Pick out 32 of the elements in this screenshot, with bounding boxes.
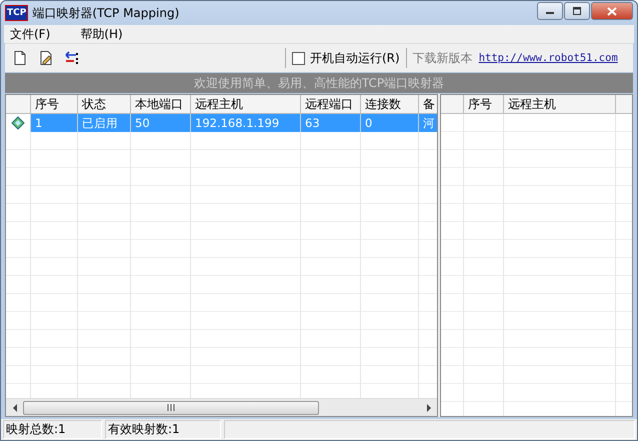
document-icon (12, 50, 28, 66)
right-arrow-icon (426, 404, 432, 412)
checkbox[interactable] (292, 52, 305, 64)
column-header[interactable]: 远程主机 (191, 95, 301, 113)
status-text: 映射总数:1 (3, 420, 102, 439)
column-header[interactable]: 本地端口 (131, 95, 191, 113)
close-button[interactable] (591, 2, 633, 20)
arrows-icon (64, 50, 80, 66)
column-header[interactable]: 远程主机 (504, 95, 616, 113)
column-header[interactable]: 连接数 (361, 95, 419, 113)
menu-item[interactable]: 帮助(H) (80, 26, 123, 42)
website-link[interactable]: http://www.robot51.com (478, 52, 618, 64)
maximize-icon (572, 7, 582, 15)
scroll-thumb[interactable] (23, 400, 319, 414)
column-header[interactable]: 序号 (464, 95, 504, 113)
grip-icon (167, 404, 175, 411)
column-header[interactable]: 状态 (78, 95, 131, 113)
close-icon (607, 6, 617, 16)
status-text: 有效映射数:1 (105, 420, 221, 439)
gem-icon (11, 116, 25, 130)
minimize-button[interactable] (537, 2, 563, 20)
column-header[interactable]: 远程端口 (301, 95, 361, 113)
window-title: 端口映射器(TCP Mapping) (32, 4, 180, 22)
maximize-button[interactable] (564, 2, 590, 20)
menu-item[interactable]: 文件(F) (10, 26, 50, 42)
download-label: 下载新版本 (412, 50, 473, 66)
edit-document-icon (38, 50, 54, 66)
welcome-banner: 欢迎使用简单、易用、高性能的TCP端口映射器 (5, 73, 633, 93)
left-arrow-icon (12, 404, 18, 412)
app-icon: TCP (5, 5, 28, 21)
autostart-checkbox[interactable]: 开机自动运行(R) (292, 50, 400, 66)
column-header[interactable]: 序号 (31, 95, 78, 113)
